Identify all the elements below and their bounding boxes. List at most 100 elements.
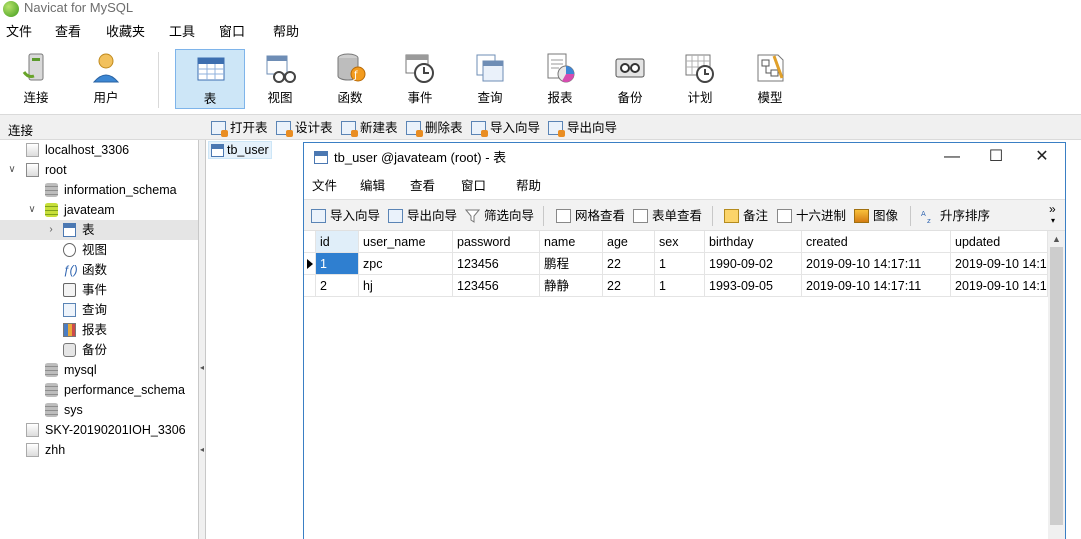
sort-ascending-label: 升序排序 bbox=[940, 209, 991, 223]
column-header-id[interactable]: id bbox=[316, 231, 359, 253]
table-cell[interactable]: 静静 bbox=[540, 275, 603, 297]
schedule-button[interactable]: 计划 bbox=[665, 49, 735, 109]
view-icon bbox=[266, 55, 296, 83]
expand-tables-chevron-right-icon[interactable]: › bbox=[45, 220, 57, 240]
import-wizard-button[interactable]: 导入向导 bbox=[471, 119, 540, 137]
event-button-label: 事件 bbox=[407, 91, 433, 105]
import-wizard-button[interactable]: 导入向导 bbox=[311, 207, 380, 225]
expand-javateam-chevron-down-icon[interactable]: ∨ bbox=[26, 200, 38, 220]
menu-help[interactable]: 帮助 bbox=[273, 24, 299, 40]
toolbar-overflow-chevron-icon[interactable]: » bbox=[1049, 203, 1056, 215]
backup-button-label: 备份 bbox=[617, 91, 643, 105]
menu-tools[interactable]: 工具 bbox=[169, 24, 195, 40]
report-button[interactable]: 报表 bbox=[525, 49, 595, 109]
table-cell[interactable]: 2019-09-10 14:17:11 bbox=[802, 275, 951, 297]
form-view-button[interactable]: 表单查看 bbox=[633, 207, 702, 225]
delete-table-label: 删除表 bbox=[425, 121, 463, 135]
memo-button[interactable]: 备注 bbox=[724, 207, 768, 225]
backup-tape-icon bbox=[615, 58, 645, 78]
event-button[interactable]: 事件 bbox=[385, 49, 455, 109]
row-indicator[interactable] bbox=[304, 275, 316, 297]
report-icon bbox=[547, 53, 575, 83]
delete-table-button[interactable]: 删除表 bbox=[406, 119, 463, 137]
filter-wizard-button[interactable]: 筛选向导 bbox=[464, 207, 534, 225]
table-cell[interactable]: 123456 bbox=[453, 275, 540, 297]
column-header-name[interactable]: name bbox=[540, 231, 603, 253]
new-table-label: 新建表 bbox=[360, 121, 398, 135]
database-icon bbox=[45, 403, 58, 417]
minimize-icon[interactable]: — bbox=[929, 143, 975, 173]
table-cell[interactable]: 1993-09-05 bbox=[705, 275, 802, 297]
window-menu-help[interactable]: 帮助 bbox=[516, 178, 541, 194]
table-cell[interactable]: 1990-09-02 bbox=[705, 253, 802, 275]
sort-ascending-button[interactable]: Az 升序排序 bbox=[921, 207, 990, 225]
table-button[interactable]: 表 bbox=[175, 49, 245, 109]
new-table-button[interactable]: 新建表 bbox=[341, 119, 398, 137]
menu-file[interactable]: 文件 bbox=[6, 24, 32, 40]
window-titlebar[interactable]: tb_user @javateam (root) - 表 — ☐ ✕ bbox=[304, 143, 1065, 173]
function-button[interactable]: ƒ 函数 bbox=[315, 49, 385, 109]
pane-splitter[interactable]: ◂ ◂ bbox=[198, 140, 206, 539]
server-icon bbox=[26, 143, 39, 157]
memo-label: 备注 bbox=[743, 209, 769, 223]
table-cell[interactable]: 2019-09-10 14:17:11 bbox=[951, 275, 1048, 297]
column-header-updated[interactable]: updated bbox=[951, 231, 1048, 253]
form-view-label: 表单查看 bbox=[652, 209, 703, 223]
grid-view-button[interactable]: 网格查看 bbox=[556, 207, 625, 225]
table-cell[interactable]: 2019-09-10 14:17:11 bbox=[802, 253, 951, 275]
table-cell[interactable]: zpc bbox=[359, 253, 453, 275]
column-header-user-name[interactable]: user_name bbox=[359, 231, 453, 253]
table-cell[interactable]: 1 bbox=[655, 253, 705, 275]
menu-view[interactable]: 查看 bbox=[55, 24, 81, 40]
column-header-age[interactable]: age bbox=[603, 231, 655, 253]
table-cell[interactable]: 2019-09-10 14:17:11 bbox=[951, 253, 1048, 275]
query-button[interactable]: 查询 bbox=[455, 49, 525, 109]
tree-node-label: root bbox=[45, 163, 67, 177]
design-table-button[interactable]: 设计表 bbox=[276, 119, 333, 137]
vertical-scrollbar[interactable]: ▲ bbox=[1048, 231, 1065, 539]
table-cell[interactable]: 1 bbox=[655, 275, 705, 297]
model-button[interactable]: 模型 bbox=[735, 49, 805, 109]
export-wizard-button[interactable]: 导出向导 bbox=[388, 207, 457, 225]
window-menu-edit[interactable]: 编辑 bbox=[360, 178, 385, 194]
hex-grid-icon bbox=[777, 209, 792, 223]
table-cell[interactable]: 1 bbox=[316, 253, 359, 275]
hex-button[interactable]: 十六进制 bbox=[777, 207, 846, 225]
scroll-up-arrow-icon[interactable]: ▲ bbox=[1048, 231, 1065, 247]
table-cell[interactable]: 22 bbox=[603, 253, 655, 275]
scrollbar-thumb[interactable] bbox=[1050, 247, 1063, 525]
table-cell[interactable]: 123456 bbox=[453, 253, 540, 275]
menu-window[interactable]: 窗口 bbox=[219, 24, 245, 40]
column-header-created[interactable]: created bbox=[802, 231, 951, 253]
collapse-left-icon[interactable]: ◂ bbox=[200, 444, 205, 456]
window-menu-file[interactable]: 文件 bbox=[312, 178, 337, 194]
view-button[interactable]: 视图 bbox=[245, 49, 315, 109]
table-cell[interactable]: 22 bbox=[603, 275, 655, 297]
table-cell[interactable]: 2 bbox=[316, 275, 359, 297]
open-table-button[interactable]: 打开表 bbox=[211, 119, 268, 137]
form-icon bbox=[633, 209, 648, 223]
maximize-icon[interactable]: ☐ bbox=[973, 143, 1019, 173]
column-header-sex[interactable]: sex bbox=[655, 231, 705, 253]
user-button[interactable]: 用户 bbox=[71, 49, 141, 109]
table-cell[interactable]: 鹏程 bbox=[540, 253, 603, 275]
column-header-birthday[interactable]: birthday bbox=[705, 231, 802, 253]
export-wizard-button[interactable]: 导出向导 bbox=[548, 119, 617, 137]
toolbar-overflow-down-icon[interactable]: ▾ bbox=[1051, 216, 1055, 226]
collapse-left-icon[interactable]: ◂ bbox=[200, 362, 205, 374]
connection-button[interactable]: 连接 bbox=[1, 49, 71, 109]
object-item-tb-user[interactable]: tb_user bbox=[208, 141, 272, 159]
window-title: tb_user @javateam (root) - 表 bbox=[334, 150, 507, 165]
database-icon bbox=[45, 383, 58, 397]
menu-favorites[interactable]: 收藏夹 bbox=[106, 24, 145, 40]
table-cell[interactable]: hj bbox=[359, 275, 453, 297]
query-button-label: 查询 bbox=[477, 91, 503, 105]
column-header-password[interactable]: password bbox=[453, 231, 540, 253]
row-indicator[interactable] bbox=[304, 253, 316, 275]
window-menu-view[interactable]: 查看 bbox=[410, 178, 435, 194]
image-button[interactable]: 图像 bbox=[854, 207, 898, 225]
window-menu-window[interactable]: 窗口 bbox=[461, 178, 486, 194]
expand-root-chevron-down-icon[interactable]: ∨ bbox=[6, 160, 18, 180]
backup-button[interactable]: 备份 bbox=[595, 49, 665, 109]
close-icon[interactable]: ✕ bbox=[1019, 143, 1065, 173]
